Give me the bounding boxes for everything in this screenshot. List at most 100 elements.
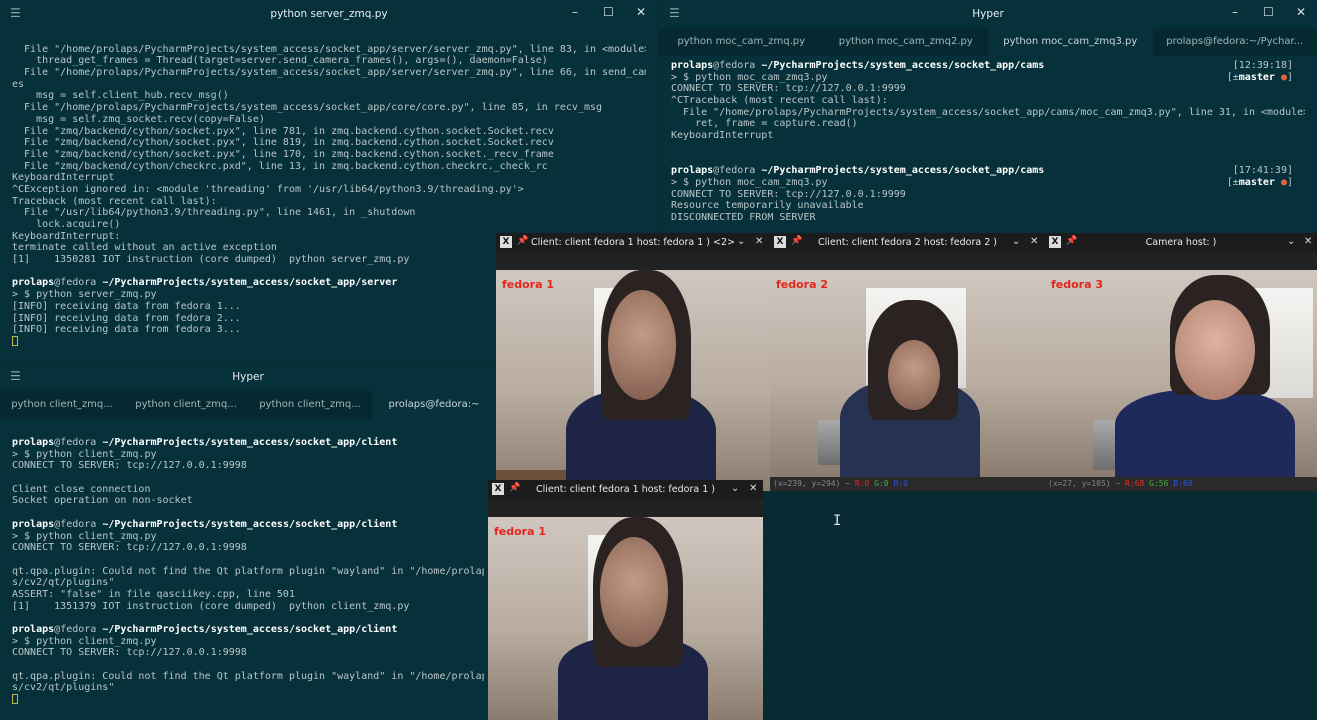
window-title: Hyper xyxy=(972,8,1004,20)
prompt-path: ~/PycharmProjects/system_access/socket_a… xyxy=(755,165,1045,177)
cv-window-titlebar[interactable]: X 📌 Client: client fedora 1 host: fedora… xyxy=(496,233,770,253)
cv-window-client-fedora1[interactable]: X 📌 Client: client fedora 1 host: fedora… xyxy=(488,480,763,720)
prompt-user: prolaps xyxy=(671,165,714,177)
camera-label: fedora 1 xyxy=(494,525,547,538)
branch-name: master xyxy=(1238,71,1275,83)
tab-0[interactable]: python client_zmq... xyxy=(0,391,124,419)
prompt-line: prolaps@fedora ~/PycharmProjects/system_… xyxy=(12,437,484,449)
chevron-down-icon[interactable]: ⌄ xyxy=(1287,236,1295,247)
cv-window-titlebar[interactable]: X 📌 Client: client fedora 2 host: fedora… xyxy=(770,233,1045,253)
prompt-host: @fedora xyxy=(713,60,756,71)
maximize-icon[interactable]: ☐ xyxy=(1263,5,1274,19)
tab-3[interactable]: prolaps@fedora:~ xyxy=(372,391,496,419)
terminal-cursor xyxy=(12,335,18,346)
output-line: > $ python client_zmq.py xyxy=(12,635,157,647)
output-line: ret, frame = capture.read() xyxy=(671,118,858,130)
cams-terminal-window: ☰ Hyper – ☐ ✕ python moc_cam_zmq.py pytho… xyxy=(659,0,1317,240)
branch-suffix: ] xyxy=(1286,176,1293,188)
prompt-path: ~/PycharmProjects/system_access/socket_a… xyxy=(96,277,398,289)
close-icon[interactable]: ✕ xyxy=(636,5,646,19)
prompt-line: prolaps@fedora ~/PycharmProjects/system_… xyxy=(671,60,1305,72)
tab-2[interactable]: python client_zmq... xyxy=(248,391,372,419)
cv-window-titlebar[interactable]: X 📌 Camera host: ) ⌄ ✕ xyxy=(1045,233,1317,253)
output-line: Resource temporarily unavailable xyxy=(671,200,864,212)
cv-window-title: Client: client fedora 2 host: fedora 2 ) xyxy=(818,237,997,248)
cv-toolbar xyxy=(496,253,770,270)
timestamp: [12:39:18] xyxy=(1232,60,1293,71)
tab-bar: python moc_cam_zmq.py python moc_cam_zmq2… xyxy=(659,28,1317,56)
close-icon[interactable]: ✕ xyxy=(1296,5,1306,19)
cv-toolbar xyxy=(488,500,763,517)
chevron-down-icon[interactable]: ⌄ xyxy=(737,236,745,247)
cv-window-title: Client: client fedora 1 host: fedora 1 ) xyxy=(536,484,715,495)
tab-3[interactable]: prolaps@fedora:~/Pychar... xyxy=(1153,28,1317,56)
output-line: thread_get_frames = Thread(target=server… xyxy=(12,55,548,67)
cv-toolbar xyxy=(770,253,1045,270)
cv-window-titlebar[interactable]: X 📌 Client: client fedora 1 host: fedora… xyxy=(488,480,763,500)
output-line: es xyxy=(12,78,25,90)
branch-prefix: [± xyxy=(1226,71,1239,83)
output-line: CONNECT TO SERVER: tcp://127.0.0.1:9998 xyxy=(12,542,247,554)
output-line: KeyboardInterrupt xyxy=(671,130,774,142)
output-line: File "/home/prolaps/PycharmProjects/syst… xyxy=(12,43,646,55)
output-line: File "zmq/backend/cython/checkrc.pxd", l… xyxy=(12,160,548,172)
cv-window-camera[interactable]: X 📌 Camera host: ) ⌄ ✕ fedora 3 (x=27, y… xyxy=(1045,233,1317,491)
cv-window-title: Camera host: ) xyxy=(1145,237,1217,248)
chevron-down-icon[interactable]: ⌄ xyxy=(1012,236,1020,247)
camera-label: fedora 1 xyxy=(502,278,555,291)
prompt-line: prolaps@fedora ~/PycharmProjects/system_… xyxy=(12,519,484,531)
git-branch: [±master ●] xyxy=(1227,72,1293,84)
camera-label: fedora 3 xyxy=(1051,278,1104,291)
prompt-user: prolaps xyxy=(671,60,714,71)
chevron-down-icon[interactable]: ⌄ xyxy=(731,483,739,494)
tab-bar: python client_zmq... python client_zmq...… xyxy=(0,391,496,419)
output-line: File "/home/prolaps/PycharmProjects/syst… xyxy=(671,106,1305,118)
output-line: CONNECT TO SERVER: tcp://127.0.0.1:9998 xyxy=(12,647,247,659)
cv-window-client-fedora1-2[interactable]: X 📌 Client: client fedora 1 host: fedora… xyxy=(496,233,770,491)
output-line: File "/home/prolaps/PycharmProjects/syst… xyxy=(12,67,646,79)
prompt-user: prolaps xyxy=(12,277,55,289)
close-icon[interactable]: ✕ xyxy=(749,483,757,494)
terminal-output[interactable]: prolaps@fedora ~/PycharmProjects/system_… xyxy=(0,419,496,710)
output-line: CONNECT TO SERVER: tcp://127.0.0.1:9999 xyxy=(671,188,906,200)
git-branch: [±master ●] xyxy=(1227,177,1293,189)
output-line: File "/home/prolaps/PycharmProjects/syst… xyxy=(12,102,603,114)
tab-0[interactable]: python moc_cam_zmq.py xyxy=(659,28,824,56)
output-line: qt.qpa.plugin: Could not find the Qt pla… xyxy=(12,565,484,577)
output-line: > $ python client_zmq.py xyxy=(12,448,157,460)
branch-name: master xyxy=(1238,176,1275,188)
close-icon[interactable]: ✕ xyxy=(1030,236,1038,247)
prompt-host: @fedora xyxy=(54,624,97,635)
maximize-icon[interactable]: ☐ xyxy=(603,5,614,19)
tab-1[interactable]: python moc_cam_zmq2.py xyxy=(824,28,989,56)
prompt-path: ~/PycharmProjects/system_access/socket_a… xyxy=(755,60,1045,71)
output-line: > $ python client_zmq.py xyxy=(12,530,157,542)
minimize-icon[interactable]: – xyxy=(1232,5,1238,19)
tab-2[interactable]: python moc_cam_zmq3.py xyxy=(988,28,1153,56)
tab-1[interactable]: python client_zmq... xyxy=(124,391,248,419)
output-line: msg = self.zmq_socket.recv(copy=False) xyxy=(12,113,265,125)
output-line: s/cv2/qt/plugins" xyxy=(12,577,115,589)
branch-line: [±master ●] xyxy=(671,72,1305,84)
output-line: File "zmq/backend/cython/socket.pyx", li… xyxy=(12,125,554,137)
pixel-status-bar: (x=27, y=105) ~ R:68 G:56 B:60 xyxy=(1045,477,1317,491)
branch-prefix: [± xyxy=(1226,176,1239,188)
terminal-output[interactable]: prolaps@fedora ~/PycharmProjects/system_… xyxy=(659,56,1317,228)
close-icon[interactable]: ✕ xyxy=(755,236,763,247)
camera-frame: fedora 1 xyxy=(488,517,763,720)
cv-window-client-fedora2[interactable]: X 📌 Client: client fedora 2 host: fedora… xyxy=(770,233,1045,491)
prompt-user: prolaps xyxy=(12,518,55,530)
output-line: s/cv2/qt/plugins" xyxy=(12,682,115,694)
prompt-host: @fedora xyxy=(713,165,756,177)
close-icon[interactable]: ✕ xyxy=(1304,236,1312,247)
output-line: CONNECT TO SERVER: tcp://127.0.0.1:9998 xyxy=(12,460,247,472)
prompt-user: prolaps xyxy=(12,624,55,635)
minimize-icon[interactable]: – xyxy=(572,5,578,19)
camera-frame: fedora 1 xyxy=(496,270,770,491)
prompt-host: @fedora xyxy=(54,277,97,289)
prompt-line: prolaps@fedora ~/PycharmProjects/system_… xyxy=(671,165,1305,177)
